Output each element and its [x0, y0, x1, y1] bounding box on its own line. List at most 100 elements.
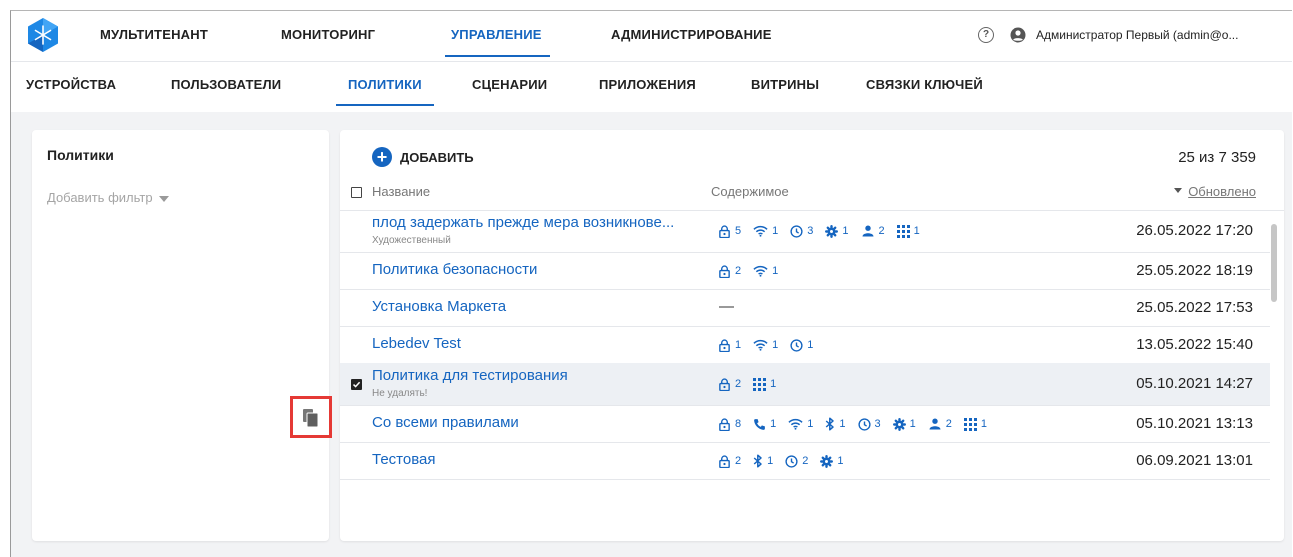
topnav-administration[interactable]: АДМИНИСТРИРОВАНИЕ [611, 11, 772, 61]
table-row[interactable]: Тестовая 2 1 2 1 06.09.2021 13:01 [340, 442, 1270, 480]
app-window: МУЛЬТИТЕНАНТ МОНИТОРИНГ УПРАВЛЕНИЕ АДМИН… [10, 10, 1292, 557]
table-row[interactable]: Со всеми правилами 8 1 1 1 3 1 2 1 05.10.2021 13:… [340, 405, 1270, 443]
clock-icon [857, 417, 875, 431]
content-count: 8 [735, 418, 742, 430]
policy-name-link[interactable]: Lebedev Test [372, 335, 461, 352]
content-count: 1 [772, 225, 779, 237]
content-item: 2 [861, 225, 885, 237]
top-bar: МУЛЬТИТЕНАНТ МОНИТОРИНГ УПРАВЛЕНИЕ АДМИН… [11, 11, 1292, 62]
add-filter-dropdown[interactable]: Добавить фильтр [47, 190, 169, 205]
policy-name-link[interactable]: Тестовая [372, 451, 435, 468]
content-item: 1 [896, 224, 920, 238]
table-row[interactable]: Политика безопасности 2 1 25.05.2022 18:19 [340, 252, 1270, 290]
topnav-management[interactable]: УПРАВЛЕНИЕ [445, 11, 550, 61]
table-row[interactable]: плод задержать прежде мера возникнове...… [340, 210, 1270, 253]
content-item: 3 [857, 417, 881, 431]
phone-icon [753, 418, 770, 431]
scrollbar[interactable] [1271, 224, 1277, 302]
app-logo[interactable] [25, 17, 61, 53]
content-count: 3 [874, 418, 881, 430]
content-count: 2 [878, 225, 885, 237]
policy-name-link[interactable]: Политика безопасности [372, 261, 537, 278]
topnav-monitoring[interactable]: МОНИТОРИНГ [281, 11, 375, 61]
tab-scenarios[interactable]: СЦЕНАРИИ [472, 62, 547, 108]
user-icon [928, 418, 946, 430]
tab-applications[interactable]: ПРИЛОЖЕНИЯ [599, 62, 696, 108]
add-policy-button[interactable]: + ДОБАВИТЬ [372, 147, 474, 167]
content-count: 1 [770, 418, 777, 430]
clock-icon [785, 454, 802, 468]
add-filter-label: Добавить фильтр [47, 190, 153, 205]
gear-icon [825, 224, 842, 238]
policy-name-link[interactable]: плод задержать прежде мера возникнове... [372, 214, 674, 231]
wifi-icon [753, 265, 772, 277]
add-policy-label: ДОБАВИТЬ [400, 149, 474, 165]
tab-policies[interactable]: ПОЛИТИКИ [336, 62, 434, 108]
updated-date: 05.10.2021 13:13 [1136, 415, 1253, 432]
content-item: 1 [892, 417, 916, 431]
updated-date: 26.05.2022 17:20 [1136, 222, 1253, 239]
help-icon[interactable]: ? [978, 27, 994, 43]
tab-showcases[interactable]: ВИТРИНЫ [751, 62, 819, 108]
column-name-header[interactable]: Название [372, 184, 430, 199]
lock-icon [718, 454, 735, 468]
sort-desc-icon [1174, 188, 1183, 194]
policy-name-link[interactable]: Политика для тестирования [372, 367, 568, 384]
tab-keychains[interactable]: СВЯЗКИ КЛЮЧЕЙ [866, 62, 983, 108]
gear-icon [892, 417, 910, 431]
updated-date: 25.05.2022 18:19 [1136, 262, 1253, 279]
gear-icon [820, 454, 837, 468]
content-count: 1 [842, 225, 849, 237]
plus-icon: + [372, 147, 392, 167]
lock-icon [718, 377, 735, 391]
policy-subtitle: Не удалять! [372, 388, 428, 399]
content-count: 1 [770, 378, 777, 390]
content-item: 1 [825, 224, 849, 238]
content-item: 1 [753, 339, 778, 351]
wifi-icon [788, 418, 807, 430]
policy-name-link[interactable]: Со всеми правилами [372, 414, 519, 431]
content-count: 5 [735, 225, 742, 237]
apps-grid-icon [753, 377, 770, 391]
clock-icon [790, 224, 807, 238]
content-item: 1 [753, 377, 777, 391]
topnav-multitenant[interactable]: МУЛЬТИТЕНАНТ [100, 11, 208, 61]
policy-name-link[interactable]: Установка Маркета [372, 298, 506, 315]
chevron-down-icon [158, 195, 169, 202]
content-count: 1 [839, 418, 846, 430]
content-item: 1 [753, 225, 778, 237]
lock-icon [718, 264, 735, 278]
select-all-checkbox[interactable] [351, 187, 362, 198]
column-updated-header[interactable]: Обновлено [1174, 184, 1256, 199]
content-item: 1 [963, 417, 987, 431]
updated-date: 25.05.2022 17:53 [1136, 299, 1253, 316]
tab-devices[interactable]: УСТРОЙСТВА [26, 62, 116, 108]
table-row[interactable]: Lebedev Test 1 1 1 13.05.2022 15:40 [340, 326, 1270, 364]
policy-content-icons: 8 1 1 1 3 1 2 1 [718, 416, 999, 432]
column-updated-label: Обновлено [1188, 184, 1256, 199]
policy-content-icons: 5 1 3 1 2 1 [718, 223, 932, 239]
policies-table-panel: + ДОБАВИТЬ 25 из 7 359 Название Содержим… [340, 130, 1284, 541]
content-item: 1 [825, 417, 846, 431]
lock-icon [718, 338, 735, 352]
content-count: 3 [807, 225, 814, 237]
content-count: 1 [807, 339, 814, 351]
table-row[interactable]: Политика для тестирования Не удалять! 2 1 05… [340, 363, 1270, 406]
content-count: 1 [772, 265, 779, 277]
content-item: 2 [718, 454, 741, 468]
content-item: 5 [718, 224, 742, 238]
updated-date: 05.10.2021 14:27 [1136, 375, 1253, 392]
table-row[interactable]: Установка Маркета — 25.05.2022 17:53 [340, 289, 1270, 327]
policy-subtitle: Художественный [372, 235, 451, 246]
content-count: 1 [909, 418, 916, 430]
copy-button-highlight[interactable] [290, 396, 332, 438]
clock-icon [790, 338, 807, 352]
apps-grid-icon [963, 417, 981, 431]
content-item: 2 [718, 377, 741, 391]
user-menu[interactable]: Администратор Первый (admin@o... [1036, 11, 1238, 59]
content-item: 1 [788, 418, 813, 430]
empty-content-dash: — [719, 298, 734, 315]
content-item: 8 [718, 417, 742, 431]
tab-users[interactable]: ПОЛЬЗОВАТЕЛИ [171, 62, 281, 108]
row-checkbox[interactable] [351, 379, 362, 390]
